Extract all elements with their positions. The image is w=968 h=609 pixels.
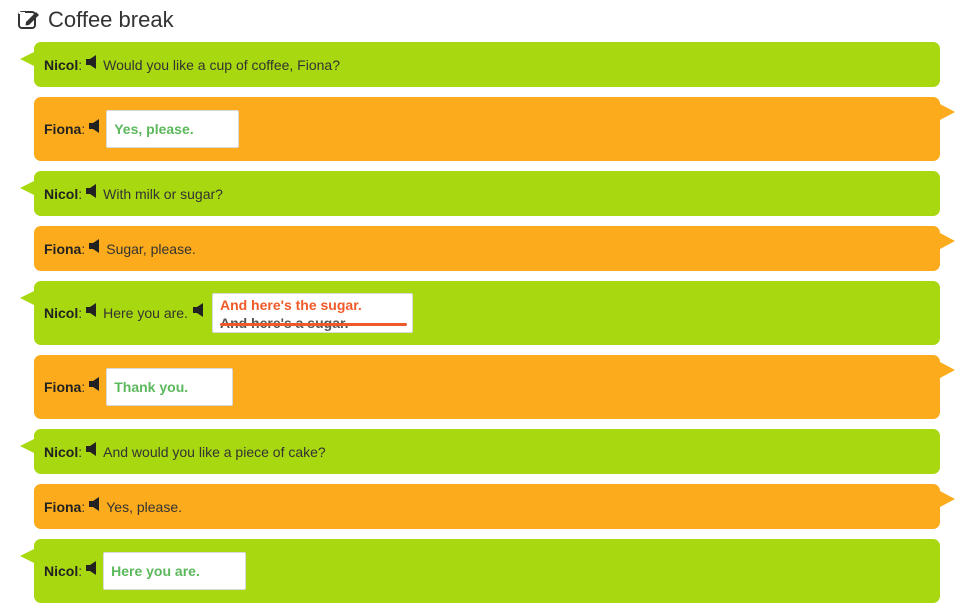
speaker-colon: : xyxy=(81,121,86,137)
dialogue-text: Sugar, please. xyxy=(106,240,196,257)
speaker-name: Fiona xyxy=(44,240,82,257)
speaker-name: Nicol xyxy=(44,443,79,460)
answer-text: Yes, please. xyxy=(114,121,194,137)
answer-field[interactable]: Here you are. xyxy=(103,552,247,590)
answer-text: Thank you. xyxy=(114,379,189,395)
speaker-audio-icon[interactable] xyxy=(89,377,101,391)
answer-field[interactable]: Yes, please. xyxy=(106,110,240,148)
dialogue-text: Here you are. xyxy=(103,305,188,321)
edit-icon xyxy=(17,8,41,32)
dialogue-text: Would you like a cup of coffee, Fiona? xyxy=(103,56,340,73)
dialogue-line-nicol: Nicol: With milk or sugar? xyxy=(20,171,940,216)
speaker-name: Nicol xyxy=(44,185,79,202)
answer-field-corrected[interactable]: And here's the sugar. And here's a sugar… xyxy=(211,293,413,333)
speaker-colon: : xyxy=(78,185,83,202)
answer-text: Here you are. xyxy=(111,563,200,579)
speaker-name: Fiona xyxy=(44,121,82,137)
dialogue-text: With milk or sugar? xyxy=(103,185,223,202)
speaker-audio-icon[interactable] xyxy=(89,119,101,133)
dialogue-line-nicol: Nicol: Would you like a cup of coffee, F… xyxy=(20,42,940,87)
answer-field[interactable]: Thank you. xyxy=(106,368,234,406)
dialogue-line-fiona: Fiona: Yes, please. xyxy=(34,97,955,161)
speaker-name: Nicol xyxy=(44,305,79,321)
speaker-audio-icon[interactable] xyxy=(89,238,101,253)
dialogue-line-fiona: Fiona: Yes, please. xyxy=(34,484,955,529)
wrong-answer-text: And here's a sugar. xyxy=(219,315,412,333)
dialogue-line-nicol: Nicol: Here you are. xyxy=(20,539,940,603)
dialogue-line-fiona: Fiona: Sugar, please. xyxy=(34,226,955,271)
speaker-audio-icon[interactable] xyxy=(89,496,101,511)
correct-answer-text: And here's the sugar. xyxy=(219,297,362,313)
speaker-name: Fiona xyxy=(44,498,82,515)
strikethrough-line xyxy=(219,323,407,326)
page-title-text: Coffee break xyxy=(48,7,174,32)
dialogue-line-nicol: Nicol: And would you like a piece of cak… xyxy=(20,429,940,474)
speaker-colon: : xyxy=(81,240,86,257)
speaker-audio-icon[interactable] xyxy=(86,561,98,575)
page-title: Coffee break xyxy=(17,6,174,34)
dialogue-line-nicol: Nicol: Here you are. And here's the suga… xyxy=(20,281,940,345)
speaker-name: Fiona xyxy=(44,379,82,395)
speaker-colon: : xyxy=(78,56,83,73)
speaker-colon: : xyxy=(81,498,86,515)
dialogue-line-fiona: Fiona: Thank you. xyxy=(34,355,955,419)
dialogue-text: And would you like a piece of cake? xyxy=(103,443,326,460)
speaker-audio-icon[interactable] xyxy=(86,303,98,317)
speaker-colon: : xyxy=(81,379,86,395)
speaker-audio-icon[interactable] xyxy=(192,303,205,317)
speaker-name: Nicol xyxy=(44,563,79,579)
speaker-colon: : xyxy=(78,443,83,460)
dialogue-text: Yes, please. xyxy=(106,498,182,515)
speaker-name: Nicol xyxy=(44,56,79,73)
speaker-colon: : xyxy=(78,305,83,321)
speaker-audio-icon[interactable] xyxy=(86,441,98,456)
speaker-audio-icon[interactable] xyxy=(86,54,98,69)
speaker-colon: : xyxy=(78,563,83,579)
speaker-audio-icon[interactable] xyxy=(86,183,98,198)
